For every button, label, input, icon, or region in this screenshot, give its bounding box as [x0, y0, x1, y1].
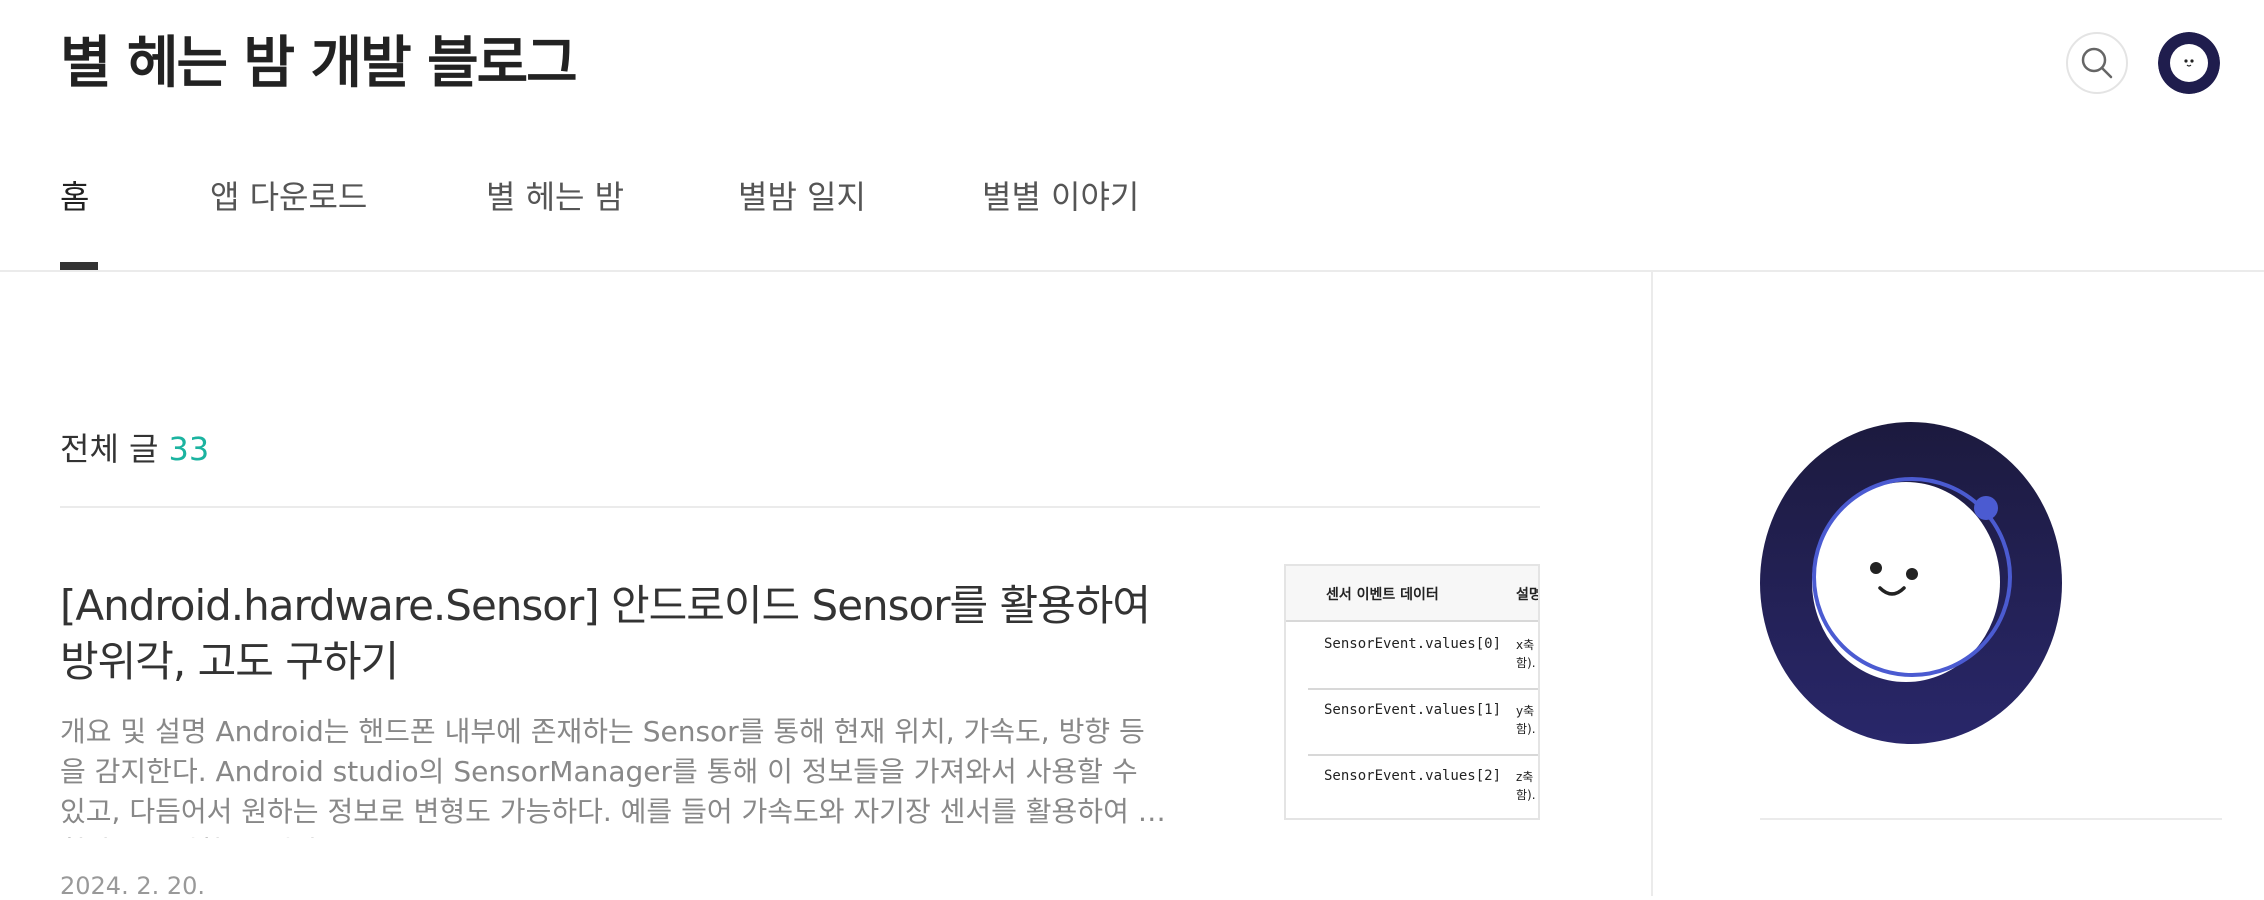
- profile-image[interactable]: [1760, 422, 2062, 744]
- search-icon: [2081, 47, 2113, 79]
- post-count-label: 전체 글: [60, 430, 159, 468]
- thumbnail-row-divider: [1308, 754, 1538, 756]
- search-button[interactable]: [2066, 32, 2128, 94]
- post-count: 33: [168, 430, 210, 468]
- nav-item-label: 홈: [60, 178, 90, 216]
- thumbnail-cell: SensorEvent.values[2]: [1324, 768, 1502, 784]
- nav-item-diary[interactable]: 별밤 일지: [738, 172, 866, 272]
- thumbnail-cell: y축: [1516, 704, 1535, 718]
- avatar[interactable]: [2158, 32, 2220, 94]
- post-summary: 개요 및 설명 Android는 핸드폰 내부에 존재하는 Sensor를 통해…: [60, 715, 1164, 838]
- post-thumbnail[interactable]: 센서 이벤트 데이터 설명 SensorEvent.values[0] x축 함…: [1284, 564, 1540, 820]
- nav-item-star-night[interactable]: 별 헤는 밤: [486, 172, 624, 272]
- sidebar-divider: [1651, 272, 1653, 896]
- nav-item-app-download[interactable]: 앱 다운로드: [210, 172, 367, 272]
- thumbnail-cell: z축: [1516, 770, 1534, 784]
- sidebar-section-divider: [1760, 818, 2222, 820]
- thumbnail-cell: 함).: [1516, 656, 1536, 670]
- post-title[interactable]: [Android.hardware.Sensor] 안드로이드 Sensor를 …: [60, 578, 1170, 690]
- blog-header: 별 헤는 밤 개발 블로그 홈 앱 다운로드 별 헤는 밤 별밤 일지 별별 이…: [0, 0, 2264, 272]
- list-divider: [60, 506, 1540, 508]
- thumbnail-cell: SensorEvent.values[1]: [1324, 702, 1502, 718]
- nav-item-stories[interactable]: 별별 이야기: [982, 172, 1139, 272]
- nav-item-home[interactable]: 홈: [60, 172, 98, 272]
- post-count-header: 전체 글 33: [60, 424, 209, 470]
- list-item[interactable]: [Android.hardware.Sensor] 안드로이드 Sensor를 …: [60, 564, 1540, 900]
- active-tab-indicator: [60, 262, 98, 270]
- blog-title[interactable]: 별 헤는 밤 개발 블로그: [60, 18, 578, 99]
- thumbnail-cell: x축: [1516, 638, 1535, 652]
- nav-item-label: 별 헤는 밤: [486, 178, 625, 216]
- thumbnail-table-header: 센서 이벤트 데이터 설명: [1286, 566, 1540, 622]
- thumbnail-cell: SensorEvent.values[0]: [1324, 636, 1502, 652]
- nav-item-label: 앱 다운로드: [210, 178, 368, 216]
- thumbnail-cell: 함).: [1516, 788, 1536, 802]
- thumbnail-cell: 함).: [1516, 722, 1536, 736]
- nav-item-label: 별밤 일지: [738, 178, 866, 216]
- nav-item-label: 별별 이야기: [982, 178, 1140, 216]
- thumbnail-header-col1: 센서 이벤트 데이터: [1326, 587, 1439, 603]
- thumbnail-row-divider: [1308, 688, 1538, 690]
- thumbnail-header-col2: 설명: [1516, 587, 1540, 603]
